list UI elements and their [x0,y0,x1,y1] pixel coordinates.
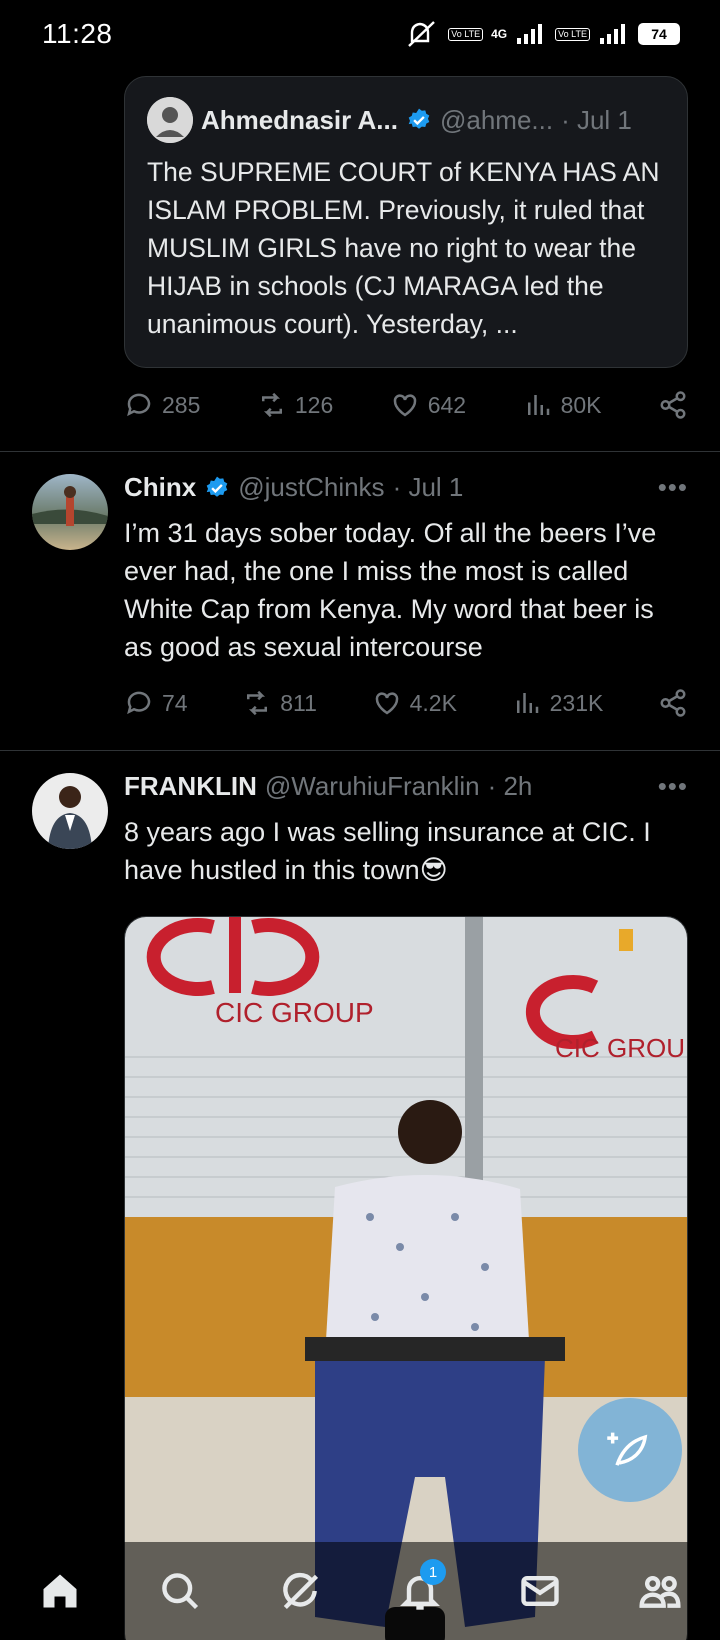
reply-icon [127,691,151,715]
photo-office-scene: CIC GROUP CIC GROUP [125,917,688,1640]
view-count: 231K [549,689,604,716]
repost-icon [247,690,268,716]
mute-alarm-icon [408,21,436,47]
author-name[interactable]: Ahmednasir A... [201,105,398,136]
nav-search[interactable] [150,1561,210,1621]
post-date: · Jul 1 [392,472,464,502]
like-button[interactable]: 642 [390,390,466,420]
nav-messages[interactable] [510,1561,570,1621]
repost-count: 811 [280,689,317,716]
views-icon [527,395,549,415]
reply-count: 74 [162,689,188,716]
bottom-navigation: 1 [0,1542,720,1640]
verified-badge-icon [206,476,228,497]
views-button[interactable]: 80K [523,390,602,420]
heart-icon [375,692,398,715]
volte-icon-2: Vo LTE [555,27,590,41]
author-handle: @ahme... [439,104,554,135]
nav-grok[interactable] [270,1561,330,1621]
nav-communities[interactable] [630,1561,690,1621]
views-icon [516,693,538,713]
repost-button[interactable]: 811 [242,688,317,718]
status-time: 11:28 [42,18,113,49]
author-handle: @WaruhiuFranklin [264,771,480,801]
mail-icon [521,1575,559,1607]
tweet-chinx[interactable]: Chinx @justChinks · Jul 1 ••• I’m 31 day… [0,452,720,750]
tweet-header: Chinx @justChinks · Jul 1 ••• [124,472,688,503]
tweet-text: 8 years ago I was selling insurance at C… [124,817,651,885]
compose-post-button[interactable] [578,1398,682,1502]
repost-icon [261,392,282,418]
quote-tweet-section: Ahmednasir A... @ahme... · Jul 1 The SUP… [0,68,720,452]
compose-feather-icon [607,1432,648,1466]
share-icon [660,689,686,717]
home-icon [43,1574,77,1608]
tweet-photo[interactable]: CIC GROUP CIC GROUP [124,916,688,1640]
grok-icon [283,1572,319,1610]
nav-notifications[interactable]: 1 [390,1559,450,1621]
tweet-text: I’m 31 days sober today. Of all the beer… [124,518,657,662]
avatar[interactable] [147,97,193,143]
action-bar: 285 126 642 80K [124,390,688,420]
quoted-tweet-text: The SUPREME COURT of KENYA HAS AN ISLAM … [147,157,660,339]
author-handle: @justChinks [238,472,385,502]
reply-icon [127,393,151,417]
more-options-icon[interactable]: ••• [658,771,688,802]
avatar[interactable] [32,773,108,849]
notifications-badge: 1 [420,1559,446,1585]
reply-count: 285 [162,391,201,418]
communities-icon [639,1575,681,1608]
action-bar: 74 811 4.2K 231K [124,688,688,718]
share-button[interactable] [658,688,688,718]
search-icon [162,1573,199,1610]
status-bar: 11:28 Vo LTE 4G Vo LTE 74 [0,0,720,68]
nav-home[interactable] [30,1561,90,1621]
views-button[interactable]: 231K [512,688,604,718]
verified-badge-icon [408,108,430,129]
post-date: · 2h [487,771,533,801]
status-icons: Vo LTE 4G Vo LTE 74 [406,19,680,49]
sign-cic-group-1: CIC GROUP [215,997,374,1028]
author-name[interactable]: FRANKLIN [124,771,257,802]
share-icon [660,391,686,419]
like-count: 4.2K [409,689,457,716]
author-name[interactable]: Chinx [124,472,196,503]
like-count: 642 [427,391,467,418]
like-button[interactable]: 4.2K [372,688,457,718]
heart-icon [393,394,416,417]
share-button[interactable] [658,390,688,420]
quoted-tweet-header: Ahmednasir A... @ahme... · Jul 1 [147,97,665,143]
quoted-tweet-card[interactable]: Ahmednasir A... @ahme... · Jul 1 The SUP… [124,76,688,368]
view-count: 80K [560,391,602,418]
tweet-header: FRANKLIN @WaruhiuFranklin · 2h ••• [124,771,688,802]
repost-count: 126 [294,391,334,418]
post-date: · Jul 1 [561,104,632,135]
reply-button[interactable]: 74 [124,688,188,718]
sign-cic-group-2: CIC GROUP [555,1033,688,1063]
avatar[interactable] [32,474,108,550]
signal-icon [517,24,543,44]
reply-button[interactable]: 285 [124,390,200,420]
signal-icon-2 [600,24,625,44]
more-options-icon[interactable]: ••• [658,472,688,503]
battery-indicator: 74 [638,23,680,45]
network-type: 4G [491,27,508,41]
volte-icon: Vo LTE [448,27,484,41]
repost-button[interactable]: 126 [257,390,333,420]
